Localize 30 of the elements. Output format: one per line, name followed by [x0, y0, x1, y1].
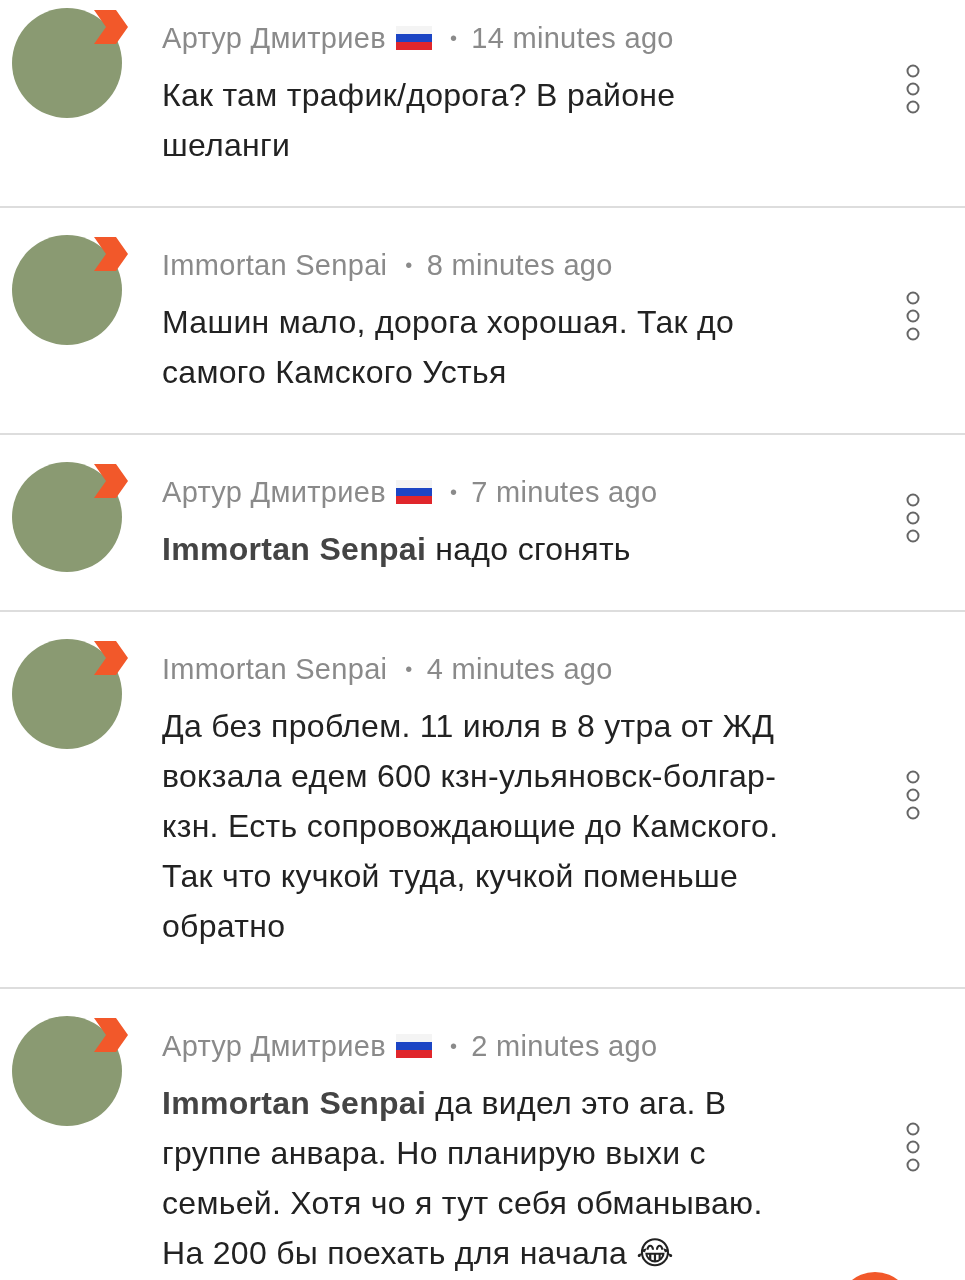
more-options-icon[interactable] [905, 291, 921, 341]
comment-text: Immortan Senpai надо сгонять [162, 530, 632, 569]
more-options-icon[interactable] [905, 1122, 921, 1172]
author-name[interactable]: Артур Дмитриев [162, 21, 386, 55]
more-options-icon[interactable] [905, 493, 921, 543]
separator: • [405, 657, 413, 681]
badge-icon [94, 1018, 128, 1052]
timestamp: 4 minutes ago [426, 652, 613, 686]
separator: • [449, 480, 458, 504]
timestamp: 8 minutes ago [426, 248, 613, 282]
timestamp: 14 minutes ago [471, 21, 674, 55]
more-options-icon[interactable] [905, 770, 921, 820]
badge-icon [94, 237, 128, 271]
separator: • [405, 253, 413, 277]
author-name[interactable]: Immortan Senpai [162, 248, 388, 282]
separator: • [449, 1034, 458, 1058]
comment-text: Машин мало, дорога хорошая. Так до самого Камского Устья [162, 303, 736, 392]
more-options-icon[interactable] [905, 64, 921, 114]
badge-icon [94, 10, 128, 44]
badge-icon [94, 464, 128, 498]
author-name[interactable]: Артур Дмитриев [162, 475, 386, 509]
badge-icon [94, 641, 128, 675]
comment-text: Как там трафик/дорога? В районе шеланги [162, 76, 677, 165]
author-name[interactable]: Артур Дмитриев [162, 1029, 386, 1063]
timestamp: 2 minutes ago [471, 1029, 658, 1063]
timestamp: 7 minutes ago [471, 475, 658, 509]
comment-text: Да без проблем. 11 июля в 8 утра от ЖД вокзала едем 600 кзн-ульяновск-болгар-кзн. Есть сопровождающие до Камского. Так что кучкой туда, кучкой поменьше обратно [162, 707, 780, 946]
comment-text: Immortan Senpai да видел это ага. В группе анвара. Но планирую выхи с семьей. Хотя чо я тут себя обманываю. На 200 бы поехать для начала 😂 [162, 1084, 764, 1273]
separator: • [449, 26, 458, 50]
author-name[interactable]: Immortan Senpai [162, 652, 388, 686]
